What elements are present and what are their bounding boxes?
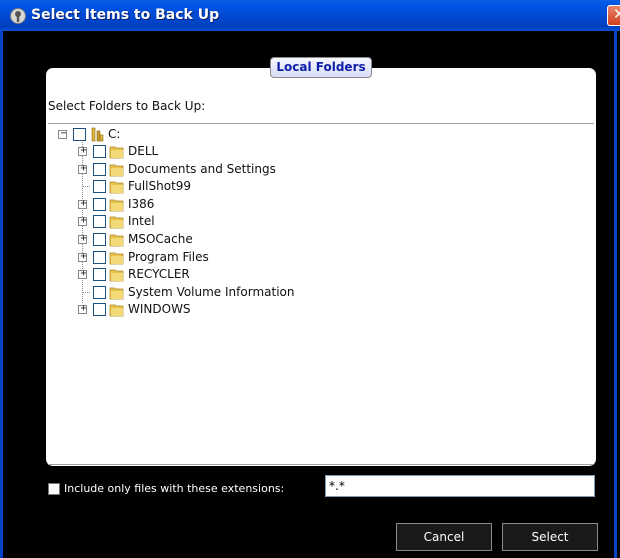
expander-glyph: + (80, 215, 87, 227)
backup-dialog: Select Items to Back Up ✕ Local Folders … (0, 0, 620, 558)
expander-glyph: + (80, 233, 87, 244)
expand-icon[interactable]: + (78, 303, 87, 315)
tree-node-label: C: (108, 127, 121, 141)
expander-glyph: + (80, 303, 87, 315)
folder-checkbox[interactable] (93, 145, 106, 158)
tree-node-label: RECYCLER (128, 267, 190, 282)
folder-icon (109, 214, 125, 229)
tree-connector (82, 186, 90, 188)
tree-node-label: FullShot99 (128, 179, 192, 194)
folder-checkbox[interactable] (93, 268, 106, 282)
drive-icon (89, 127, 105, 142)
tree-node[interactable]: + RECYCLER (48, 267, 588, 284)
expand-icon[interactable]: + (78, 162, 87, 174)
expand-icon[interactable]: + (78, 268, 87, 280)
folder-icon (109, 267, 125, 282)
tree-node-label: I386 (128, 196, 155, 211)
collapse-icon[interactable]: − (58, 128, 67, 139)
tree-node[interactable]: + DELL (48, 144, 588, 161)
tree-node[interactable]: + Intel (48, 214, 588, 231)
expand-icon[interactable]: + (78, 145, 87, 156)
folder-icon (109, 197, 125, 212)
tree-node-label: WINDOWS (128, 302, 191, 317)
expand-icon[interactable]: + (78, 233, 87, 244)
expander-glyph: + (80, 197, 87, 209)
tree-node-label: MSOCache (128, 232, 193, 246)
folder-tree[interactable]: − C: + DELL + Documents and Settings FullShot9… (48, 123, 594, 465)
folder-icon (109, 162, 125, 177)
folder-checkbox[interactable] (93, 197, 106, 211)
tree-node[interactable]: FullShot99 (48, 179, 588, 196)
tree-connector (82, 291, 90, 293)
folder-icon (109, 179, 125, 194)
expander-glyph: − (60, 128, 67, 139)
folder-checkbox[interactable] (93, 303, 106, 317)
expander-glyph: + (80, 250, 87, 262)
tree-node[interactable]: System Volume Information (48, 285, 588, 302)
cancel-button[interactable]: Cancel (396, 523, 492, 551)
tree-node-label: System Volume Information (128, 284, 295, 299)
window-title: Select Items to Back Up (31, 7, 220, 23)
folder-checkbox[interactable] (93, 250, 106, 264)
folder-checkbox[interactable] (93, 285, 106, 299)
extensions-input[interactable] (325, 475, 595, 497)
panel-heading: Select Folders to Back Up: (48, 99, 206, 113)
tree-node-label: Documents and Settings (128, 161, 276, 176)
folder-checkbox[interactable] (93, 180, 106, 194)
folder-icon (109, 144, 125, 159)
title-bar[interactable]: Select Items to Back Up ✕ (0, 0, 620, 31)
app-icon (10, 8, 26, 24)
expand-icon[interactable]: + (78, 197, 87, 209)
folder-checkbox[interactable] (93, 233, 106, 246)
folder-icon (109, 302, 125, 317)
tree-node-root[interactable]: − C: (48, 127, 588, 144)
folder-checkbox[interactable] (93, 215, 106, 229)
tab-local-folders[interactable]: Local Folders (270, 57, 372, 78)
expand-icon[interactable]: + (78, 250, 87, 262)
tree-node-label: DELL (128, 144, 159, 158)
select-button[interactable]: Select (502, 523, 598, 551)
folder-icon (109, 232, 125, 247)
expander-glyph: + (80, 268, 87, 280)
expander-glyph: + (80, 162, 87, 174)
folder-checkbox[interactable] (93, 162, 106, 176)
tree-node[interactable]: + MSOCache (48, 232, 588, 249)
close-icon: ✕ (613, 5, 620, 23)
expander-glyph: + (80, 145, 87, 156)
close-button[interactable]: ✕ (607, 5, 620, 26)
folder-icon (109, 250, 125, 265)
folder-checkbox[interactable] (73, 128, 86, 141)
extensions-label: Include only files with these extensions… (64, 482, 285, 495)
tree-node[interactable]: + Documents and Settings (48, 162, 588, 179)
tree-node[interactable]: + I386 (48, 197, 588, 214)
extensions-checkbox[interactable] (48, 483, 60, 495)
expand-icon[interactable]: + (78, 215, 87, 227)
tree-node-label: Intel (128, 214, 155, 229)
tree-node-label: Program Files (128, 249, 209, 264)
tree-node[interactable]: + Program Files (48, 250, 588, 267)
tree-node[interactable]: + WINDOWS (48, 302, 588, 319)
folder-icon (109, 285, 125, 300)
